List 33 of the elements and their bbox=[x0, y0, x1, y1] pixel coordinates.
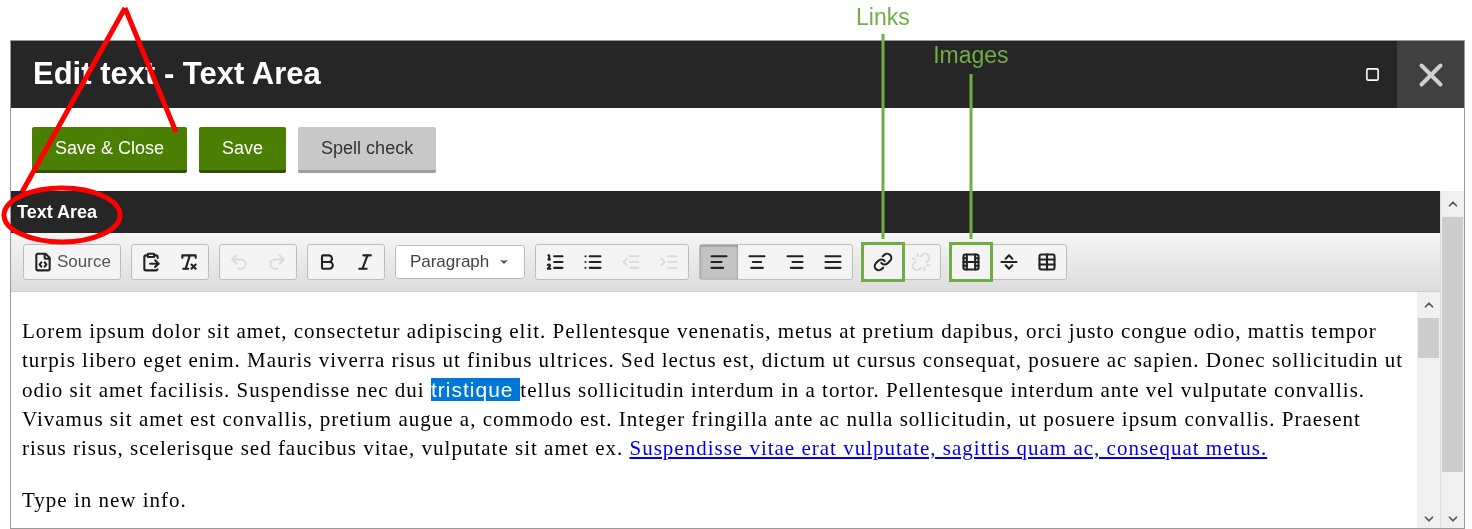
align-left-button[interactable] bbox=[699, 245, 738, 279]
align-left-icon bbox=[708, 252, 729, 272]
paragraph: Lorem ipsum dolor sit amet, consectetur adipiscing elit. Pellentesque venenatis, metus at pretium dapibus, orci justo congue odio, mattis tempor turpis libero eget enim. Mauris viverra risus ut finibus ultrices. Sed lectus est, dictum ut cursus consequat, posuere ac sapien. Donec sollicitudin ut odio sit amet facilisis. Suspendisse nec dui tristique tellus sollicitudin interdum in a tortor. Pellentesque interdum ante vel vulputate convallis. Vivamus sit amet est convallis, pretium augue a, commodo est. Integer fringilla ante ac nulla sollicitudin, ut posuere ipsum convallis. Praesent risus risus, scelerisque sed faucibus vitae, vulputate sit amet ex. Suspendisse vitae erat vulputate, sagittis quam ac, consequat metus. bbox=[22, 318, 1403, 462]
save-button[interactable]: Save & Close bbox=[32, 126, 188, 173]
close-button[interactable] bbox=[1397, 41, 1464, 108]
callout-label: Images bbox=[933, 40, 1009, 70]
source-button[interactable]: Source bbox=[24, 245, 120, 279]
redo-icon bbox=[266, 252, 287, 272]
code-file-icon bbox=[33, 252, 53, 272]
clear-format-icon bbox=[178, 252, 199, 272]
format-dropdown[interactable]: Paragraph bbox=[394, 245, 525, 279]
align-right-icon bbox=[784, 252, 805, 272]
film-icon bbox=[960, 252, 981, 272]
table-icon bbox=[1036, 252, 1057, 272]
callout-label: Links bbox=[856, 2, 910, 32]
numbered-list-icon bbox=[544, 252, 565, 272]
clipboard-icon bbox=[140, 252, 161, 272]
bulleted-list-icon bbox=[582, 252, 603, 272]
maximize-icon bbox=[1364, 67, 1380, 82]
horizontal-line-icon bbox=[998, 252, 1019, 272]
indent-icon bbox=[658, 252, 679, 272]
unlink-icon bbox=[910, 252, 931, 272]
save-button[interactable]: Save bbox=[199, 126, 287, 173]
scroll-thumb bbox=[1418, 318, 1439, 358]
paragraph: Type in new info. bbox=[22, 487, 188, 514]
link[interactable]: Suspendisse vitae erat vulputate, sagittis quam ac, consequat metus. bbox=[629, 436, 1268, 460]
spell-check-button[interactable]: Spell check bbox=[298, 126, 437, 173]
align-center-icon bbox=[746, 252, 767, 272]
section-title: Text Area bbox=[17, 200, 98, 224]
undo-icon bbox=[228, 252, 249, 272]
justify-icon bbox=[822, 252, 843, 272]
outdent-icon bbox=[620, 252, 641, 272]
link-icon bbox=[872, 252, 893, 272]
